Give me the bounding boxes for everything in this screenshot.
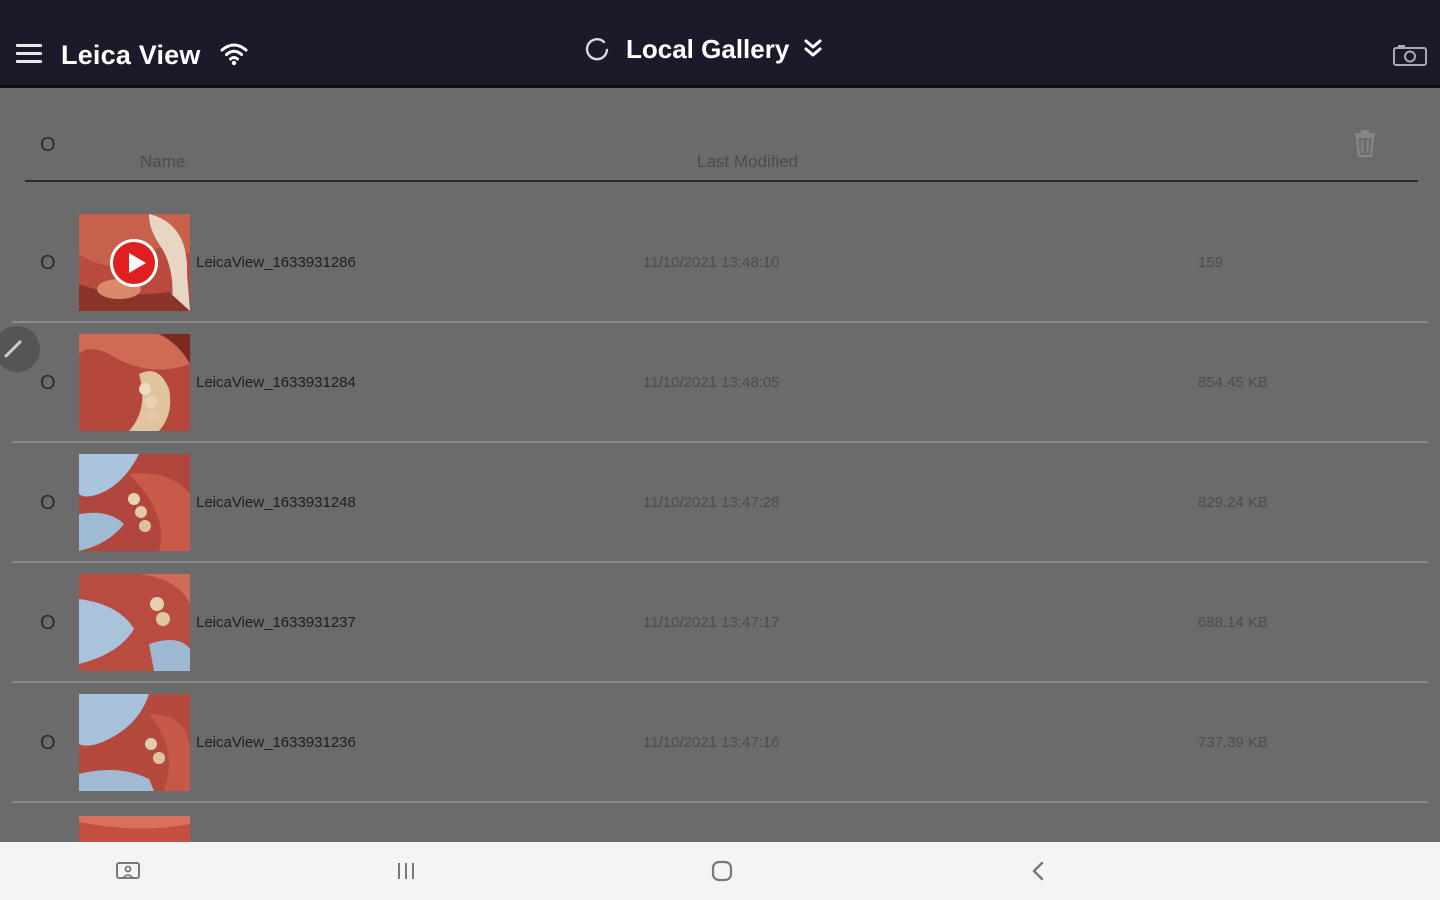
back-icon[interactable] <box>1024 856 1052 886</box>
select-all-toggle[interactable]: O <box>40 134 56 157</box>
file-modified-date: 11/10/2021 13:48:10 <box>643 254 780 271</box>
gallery-row[interactable]: O LeicaView_1633931286 11/10/2021 13:48:… <box>0 202 1440 323</box>
file-modified-date: 11/10/2021 13:48:05 <box>643 374 780 391</box>
row-select-toggle[interactable]: O <box>40 372 56 395</box>
image-thumbnail[interactable] <box>79 694 190 791</box>
gallery-row[interactable]: O LeicaView_1633931248 11/10/2021 13:47:… <box>0 442 1440 563</box>
system-nav-bar <box>0 842 1440 900</box>
image-thumbnail[interactable] <box>79 334 190 431</box>
file-size: 737.39 KB <box>1198 734 1269 751</box>
file-modified-date: 11/10/2021 13:47:16 <box>643 734 780 751</box>
image-thumbnail[interactable] <box>79 454 190 551</box>
file-modified-date: 11/10/2021 13:47:28 <box>643 494 780 511</box>
image-thumbnail[interactable] <box>79 574 190 671</box>
column-header-name[interactable]: Name <box>140 152 185 172</box>
recents-icon[interactable] <box>392 856 420 886</box>
file-size: 688.14 KB <box>1198 614 1269 631</box>
edit-handle[interactable] <box>0 326 40 372</box>
image-thumbnail[interactable] <box>79 816 190 842</box>
file-size: 854.45 KB <box>1198 374 1269 391</box>
file-modified-date: 11/10/2021 13:47:17 <box>643 614 780 631</box>
header-divider <box>25 180 1418 182</box>
file-size: 829.24 KB <box>1198 494 1269 511</box>
trash-icon[interactable] <box>1352 128 1378 158</box>
file-name: LeicaView_1633931237 <box>196 614 356 631</box>
screenshot-icon[interactable] <box>113 856 143 886</box>
row-select-toggle[interactable]: O <box>40 732 56 755</box>
camera-switch-icon[interactable] <box>1392 44 1428 68</box>
row-select-toggle[interactable]: O <box>40 492 56 515</box>
file-size: 159 <box>1198 254 1224 271</box>
row-select-toggle[interactable]: O <box>40 252 56 275</box>
pencil-icon <box>4 340 22 358</box>
play-icon[interactable] <box>110 239 158 287</box>
top-app-bar: Leica View Local Gallery <box>0 0 1440 88</box>
refresh-icon[interactable] <box>583 35 611 63</box>
menu-icon[interactable] <box>16 44 42 64</box>
file-name: LeicaView_1633931286 <box>196 254 356 271</box>
file-name: LeicaView_1633931248 <box>196 494 356 511</box>
video-thumbnail[interactable] <box>79 214 190 311</box>
app-title: Leica View <box>61 40 201 70</box>
row-select-toggle[interactable]: O <box>40 612 56 635</box>
column-header-last-modified[interactable]: Last Modified <box>697 152 798 172</box>
gallery-row[interactable]: O LeicaView_1633931237 11/10/2021 13:47:… <box>0 562 1440 683</box>
file-name: LeicaView_1633931236 <box>196 734 356 751</box>
home-icon[interactable] <box>707 856 737 886</box>
file-name: LeicaView_1633931284 <box>196 374 356 391</box>
row-divider <box>12 801 1428 803</box>
gallery-row[interactable]: O LeicaView_1633931236 11/10/2021 13:47:… <box>0 682 1440 803</box>
wifi-icon <box>220 43 248 66</box>
chevron-double-down-icon[interactable] <box>802 38 824 60</box>
gallery-row[interactable]: O LeicaView_1633931284 11/10/2021 13:48:… <box>0 322 1440 443</box>
gallery-selector[interactable]: Local Gallery <box>626 34 789 65</box>
